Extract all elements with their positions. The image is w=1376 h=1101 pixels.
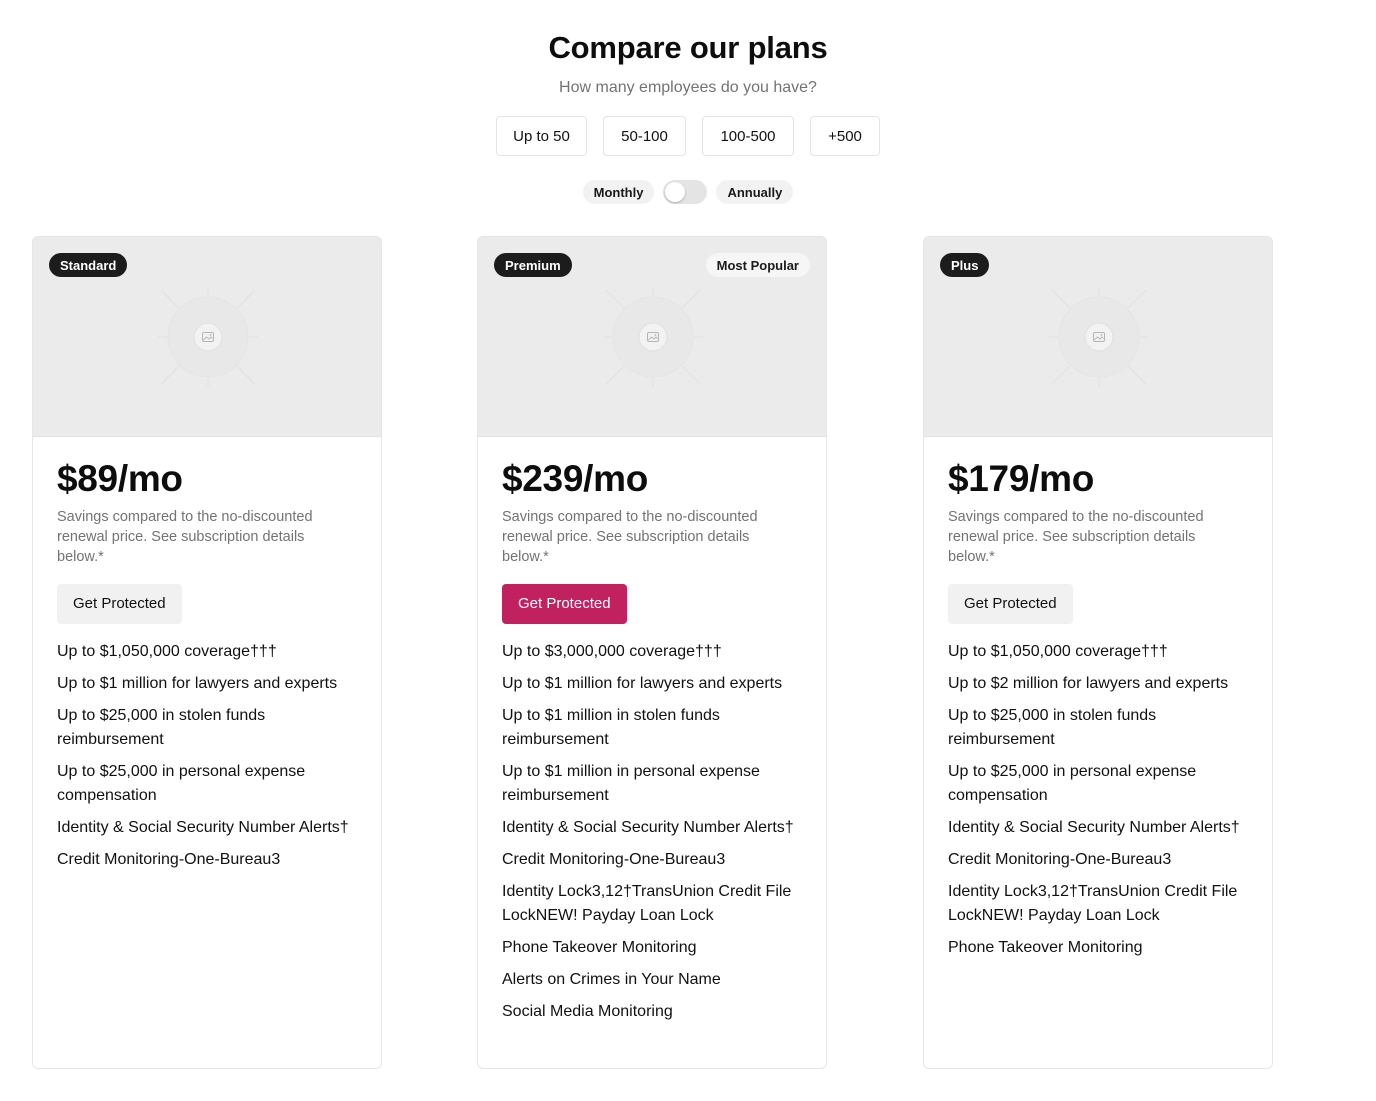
plan-card-standard: Standard $89/mo Savings compared to the no… [32,236,382,1069]
savings-note: Savings compared to the no-discounted re… [57,508,313,565]
feature-item: Phone Takeover Monitoring [502,938,697,956]
feature-item: Phone Takeover Monitoring [948,938,1143,956]
feature-item: Up to $1 million in stolen funds reimbur… [502,706,720,748]
page-title: Compare our plans [548,30,828,65]
employee-option-500-plus[interactable]: +500 [810,116,880,156]
feature-item: Identity Lock3,12†TransUnion Credit File… [502,882,792,924]
monthly-label[interactable]: Monthly [582,180,655,204]
feature-item: Identity & Social Security Number Alerts… [948,818,1240,836]
plan-image: Standard [33,237,381,437]
plan-body: $89/mo Savings compared to the no-discoun… [33,437,381,872]
feature-item: Identity & Social Security Number Alerts… [57,818,349,836]
feature-item: Social Media Monitoring [502,1002,673,1020]
plan-body: $179/mo Savings compared to the no-discou… [924,437,1272,960]
plan-card-premium: Premium Most Popular $239/mo Savings compar… [477,236,827,1069]
employee-option-up-to-50[interactable]: Up to 50 [496,116,587,156]
get-protected-button[interactable]: Get Protected [948,583,1073,624]
feature-item: Up to $3,000,000 coverage††† [502,642,722,660]
plan-badge: Standard [49,253,128,277]
employee-option-50-100[interactable]: 50-100 [603,116,686,156]
plan-body: $239/mo Savings compared to the no-discou… [478,437,826,1024]
feature-list: Up to $1,050,000 coverage††† Up to $2 mil… [948,640,1248,960]
employee-count-selector: Up to 50 50-100 100-500 +500 [0,116,1376,156]
get-protected-button[interactable]: Get Protected [502,583,627,624]
feature-item: Up to $1 million in personal expense rei… [502,762,760,804]
plan-image: Premium Most Popular [478,237,826,437]
plan-image: Plus [924,237,1272,437]
feature-item: Alerts on Crimes in Your Name [502,970,721,988]
feature-list: Up to $3,000,000 coverage††† Up to $1 mil… [502,640,802,1024]
image-placeholder-icon [603,287,703,387]
feature-item: Up to $1 million for lawyers and experts [57,674,338,692]
plan-card-plus: Plus $179/mo Savings compared to the no-di… [923,236,1273,1069]
page-subtitle: How many employees do you have? [559,79,817,96]
feature-item: Up to $25,000 in personal expense compen… [948,762,1197,804]
feature-item: Up to $1,050,000 coverage††† [57,642,277,660]
image-placeholder-icon [1049,287,1149,387]
feature-item: Identity Lock3,12†TransUnion Credit File… [948,882,1238,924]
feature-item: Up to $1,050,000 coverage††† [948,642,1168,660]
most-popular-badge: Most Popular [705,253,810,277]
toggle-knob [665,182,686,202]
feature-list: Up to $1,050,000 coverage††† Up to $1 mil… [57,640,357,872]
feature-item: Up to $2 million for lawyers and experts [948,674,1229,692]
feature-item: Up to $25,000 in personal expense compen… [57,762,306,804]
plan-badge: Plus [940,253,990,277]
annually-label[interactable]: Annually [716,180,794,204]
image-placeholder-icon [158,287,258,387]
billing-toggle[interactable] [663,180,708,204]
feature-item: Credit Monitoring-One-Bureau3 [502,850,726,868]
feature-item: Up to $25,000 in stolen funds reimbursem… [948,706,1157,748]
feature-item: Up to $1 million for lawyers and experts [502,674,783,692]
feature-item: Identity & Social Security Number Alerts… [502,818,794,836]
savings-note: Savings compared to the no-discounted re… [502,508,758,565]
get-protected-button[interactable]: Get Protected [57,583,182,624]
plan-badge: Premium [494,253,572,277]
employee-option-100-500[interactable]: 100-500 [702,116,794,156]
plan-price: $89/mo [57,458,183,499]
feature-item: Credit Monitoring-One-Bureau3 [948,850,1172,868]
feature-item: Credit Monitoring-One-Bureau3 [57,850,281,868]
plan-price: $239/mo [502,458,648,499]
savings-note: Savings compared to the no-discounted re… [948,508,1204,565]
feature-item: Up to $25,000 in stolen funds reimbursem… [57,706,266,748]
billing-period-toggle-group: Monthly Annually [0,180,1376,204]
plan-price: $179/mo [948,458,1094,499]
